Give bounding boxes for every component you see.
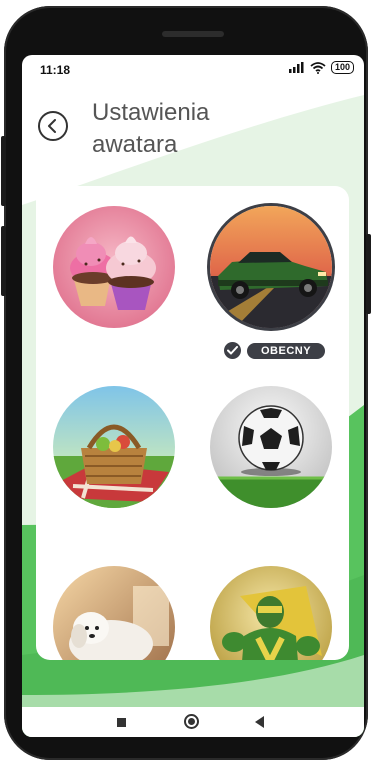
header: Ustawienia awatara [22,81,364,181]
white-dog-image [53,566,175,660]
phone-frame: 11:18 100 Ustawienia awatara OBECNY [1,6,371,760]
side-button [366,234,371,314]
battery-icon: 100 [330,61,354,74]
page-title: Ustawienia awatara [92,99,210,158]
signal-icon [288,62,304,73]
triangle-back-icon[interactable] [255,716,264,728]
power-button [1,226,6,296]
current-badge-label: OBECNY [247,342,326,359]
green-superhero-image [210,566,332,660]
chevron-left-icon [48,119,56,133]
check-icon [224,342,241,359]
system-nav-bar [22,707,364,737]
status-icons: 100 [288,61,354,74]
earpiece-speaker [162,31,224,37]
avatar-muscle-car[interactable] [210,206,332,328]
avatar-white-dog[interactable] [53,566,175,660]
cupcakes-image [53,206,175,328]
soccer-ball-image [210,386,332,508]
back-button[interactable] [38,111,68,141]
screen: 11:18 100 Ustawienia awatara OBECNY [22,55,364,737]
avatar-green-superhero[interactable] [210,566,332,660]
picnic-basket-image [53,386,175,508]
current-avatar-badge: OBECNY [224,342,326,359]
status-bar: 11:18 100 [22,55,364,81]
avatar-cupcakes[interactable] [53,206,175,328]
avatar-grid-card: OBECNY [36,186,349,660]
square-icon[interactable] [117,718,126,727]
avatar-soccer-ball[interactable] [210,386,332,508]
status-time: 11:18 [40,63,71,77]
volume-button [1,136,6,206]
wifi-icon [310,61,326,74]
muscle-car-image [210,206,332,328]
circle-icon[interactable] [184,714,199,729]
avatar-picnic-basket[interactable] [53,386,175,508]
